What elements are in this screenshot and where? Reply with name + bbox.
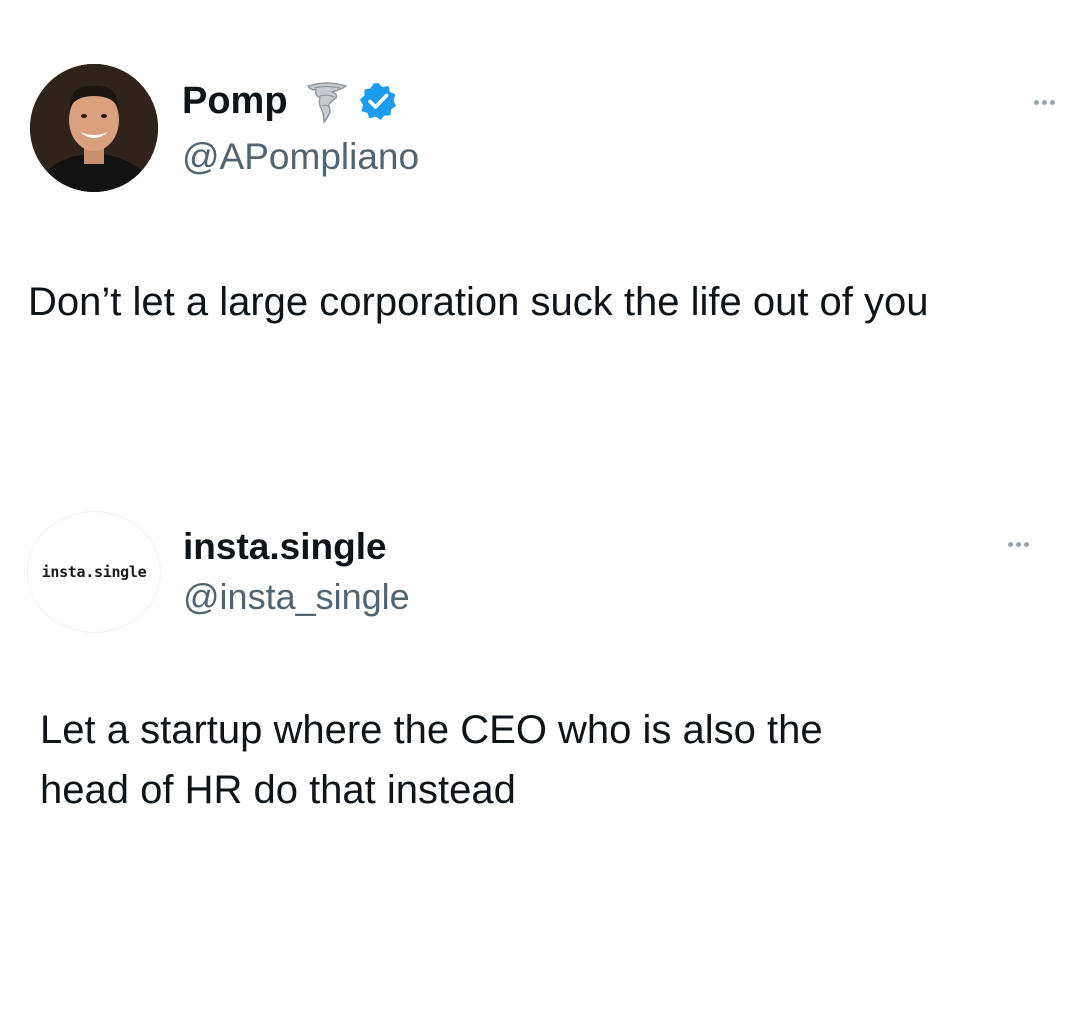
author-name[interactable]: Pomp xyxy=(182,80,288,123)
author-handle-2[interactable]: @insta_single xyxy=(183,576,410,618)
author-name-row: Pomp xyxy=(182,76,398,126)
tweet-text: Don’t let a large corporation suck the l… xyxy=(28,280,929,324)
author-name-2[interactable]: insta.single xyxy=(183,526,387,568)
more-options-icon[interactable] xyxy=(1034,100,1055,105)
author-avatar[interactable] xyxy=(30,64,158,192)
tornado-icon xyxy=(306,82,348,124)
avatar-logo-text: insta.single xyxy=(41,563,147,581)
author-avatar-2[interactable]: insta.single xyxy=(28,512,160,632)
author-name-row-2: insta.single xyxy=(183,523,387,571)
verified-icon xyxy=(359,83,396,120)
tweet-text-2: Let a startup where the CEO who is also … xyxy=(40,708,823,812)
author-handle[interactable]: @APompliano xyxy=(182,136,419,178)
person-photo-avatar-icon xyxy=(30,64,158,192)
more-options-icon-2[interactable] xyxy=(1008,542,1029,547)
tweet-original: Pomp @APompliano Don’t let a large corpo… xyxy=(0,0,1080,470)
